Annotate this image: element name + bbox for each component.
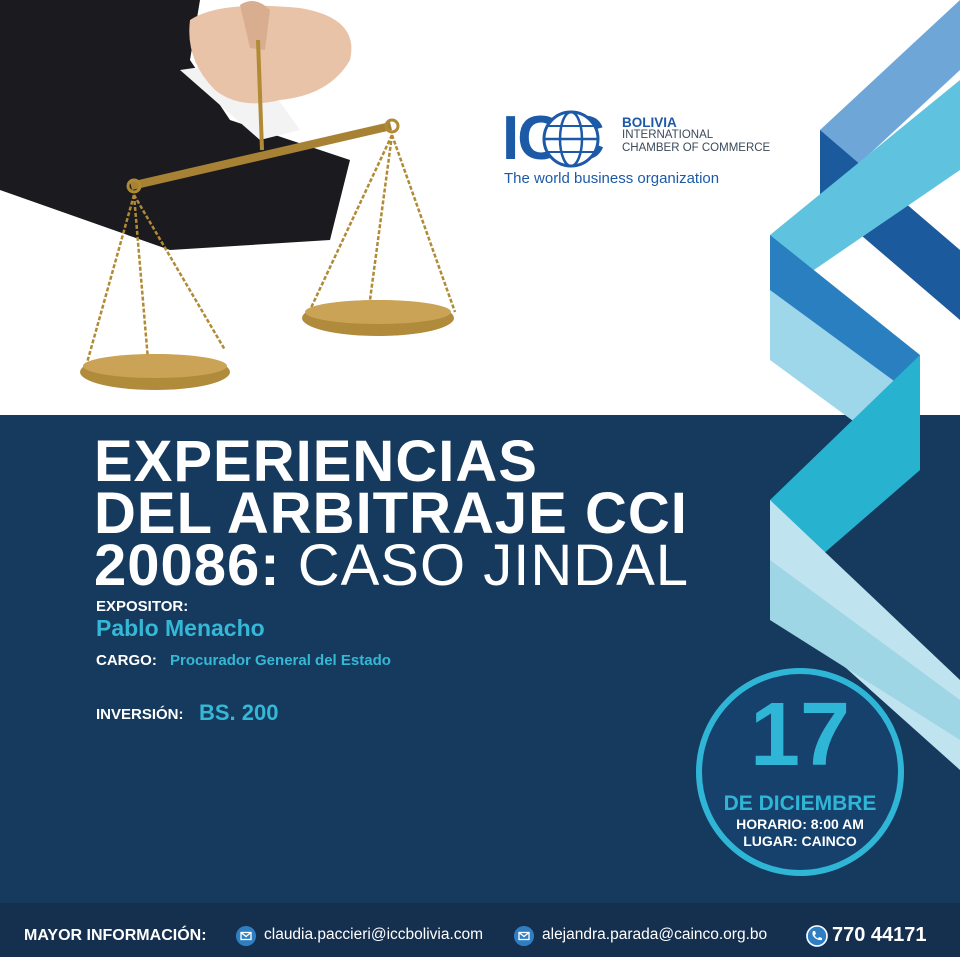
date-badge: 17 DE DICIEMBRE HORARIO: 8:00 AM LUGAR: … bbox=[696, 668, 904, 876]
footer-email-2[interactable]: alejandra.parada@cainco.org.bo bbox=[542, 926, 767, 944]
envelope-icon bbox=[236, 926, 256, 946]
speaker-name: Pablo Menacho bbox=[96, 615, 265, 641]
logo-text: BOLIVIA INTERNATIONAL CHAMBER OF COMMERC… bbox=[622, 116, 770, 155]
logo-line1: INTERNATIONAL bbox=[622, 129, 714, 141]
price-label: INVERSIÓN: bbox=[96, 706, 184, 723]
role-label: CARGO: bbox=[96, 652, 157, 669]
envelope-icon bbox=[514, 926, 534, 946]
title-line-3: 20086: CASO JINDAL bbox=[94, 537, 689, 595]
footer-phone[interactable]: 770 44171 bbox=[832, 924, 927, 947]
event-time: HORARIO: 8:00 AM bbox=[736, 816, 864, 832]
logo-country: BOLIVIA bbox=[622, 115, 677, 130]
phone-icon bbox=[806, 925, 828, 947]
title-line-3-thin: CASO JINDAL bbox=[297, 533, 690, 598]
event-place: LUGAR: CAINCO bbox=[743, 833, 857, 849]
footer-email-1[interactable]: claudia.paccieri@iccbolivia.com bbox=[264, 926, 483, 944]
header-photo-area: ICC BOLIVIA INTERNATIONAL CHAMBER OF COM… bbox=[0, 0, 960, 415]
scales-of-justice-image bbox=[0, 0, 457, 390]
logo-line2: CHAMBER OF COMMERCE bbox=[622, 142, 771, 154]
title-line-3-bold: 20086: bbox=[94, 533, 281, 598]
price-value: BS. 200 bbox=[199, 700, 279, 725]
speaker-label: EXPOSITOR: bbox=[96, 598, 189, 615]
icc-logo: ICC BOLIVIA INTERNATIONAL CHAMBER OF COM… bbox=[502, 104, 792, 194]
role-value: Procurador General del Estado bbox=[170, 652, 391, 669]
logo-tagline: The world business organization bbox=[504, 170, 720, 187]
globe-icon bbox=[542, 110, 600, 168]
date-month: DE DICIEMBRE bbox=[723, 792, 877, 815]
footer-label: MAYOR INFORMACIÓN: bbox=[24, 927, 207, 944]
date-day: 17 bbox=[749, 685, 851, 785]
event-title: EXPERIENCIAS DEL ARBITRAJE CCI 20086: CA… bbox=[94, 433, 689, 595]
